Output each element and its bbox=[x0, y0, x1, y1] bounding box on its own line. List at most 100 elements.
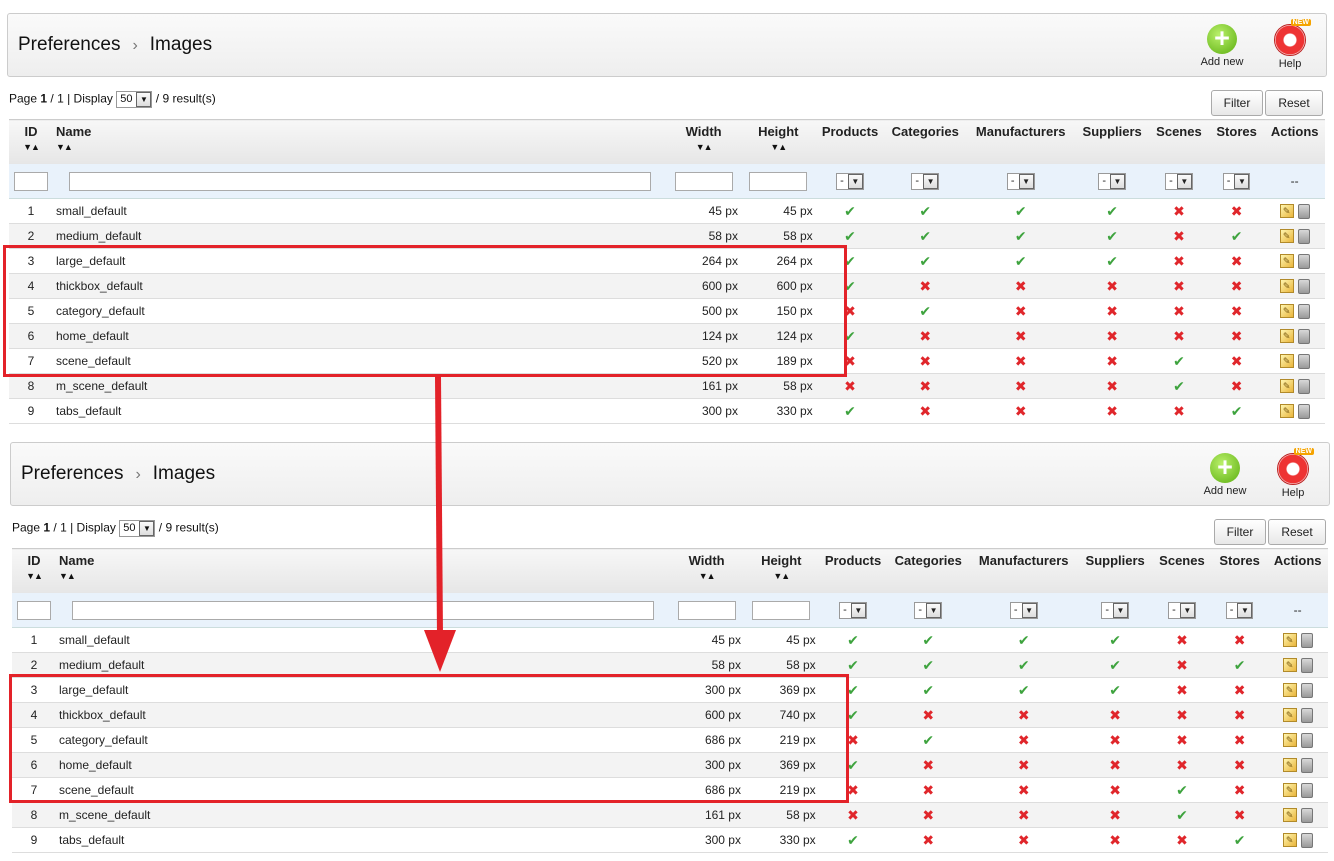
filter-select[interactable]: - ▼ bbox=[1009, 601, 1038, 619]
trash-icon[interactable] bbox=[1300, 732, 1313, 748]
cross-icon[interactable]: ✖ bbox=[1176, 682, 1188, 698]
cross-icon[interactable]: ✖ bbox=[1176, 757, 1188, 773]
trash-icon[interactable] bbox=[1297, 403, 1310, 419]
cross-icon[interactable]: ✖ bbox=[1015, 303, 1027, 319]
filter-select[interactable]: - ▼ bbox=[839, 601, 867, 619]
cross-icon[interactable]: ✖ bbox=[1109, 832, 1121, 848]
check-icon[interactable]: ✔ bbox=[1109, 657, 1121, 673]
sort-arrows-icon[interactable]: ▼▲ bbox=[15, 571, 53, 581]
trash-icon[interactable] bbox=[1300, 707, 1313, 723]
check-icon[interactable]: ✔ bbox=[1176, 807, 1188, 823]
edit-icon[interactable]: ✎ bbox=[1279, 254, 1294, 269]
per-page-select[interactable]: 50 ▼ bbox=[119, 520, 156, 537]
cross-icon[interactable]: ✖ bbox=[922, 707, 934, 723]
cross-icon[interactable]: ✖ bbox=[1231, 378, 1243, 394]
trash-icon[interactable] bbox=[1300, 757, 1313, 773]
cross-icon[interactable]: ✖ bbox=[1173, 303, 1185, 319]
cross-icon[interactable]: ✖ bbox=[1106, 303, 1118, 319]
cross-icon[interactable]: ✖ bbox=[1231, 278, 1243, 294]
cross-icon[interactable]: ✖ bbox=[919, 353, 931, 369]
cross-icon[interactable]: ✖ bbox=[1018, 782, 1030, 798]
filter-select[interactable]: - ▼ bbox=[1165, 172, 1193, 190]
edit-icon[interactable]: ✎ bbox=[1279, 404, 1294, 419]
filter-button[interactable]: Filter bbox=[1214, 519, 1266, 545]
cross-icon[interactable]: ✖ bbox=[1231, 303, 1243, 319]
check-icon[interactable]: ✔ bbox=[1018, 632, 1030, 648]
cross-icon[interactable]: ✖ bbox=[922, 757, 934, 773]
trash-icon[interactable] bbox=[1300, 832, 1313, 848]
edit-icon[interactable]: ✎ bbox=[1279, 229, 1294, 244]
cross-icon[interactable]: ✖ bbox=[1173, 403, 1185, 419]
cross-icon[interactable]: ✖ bbox=[922, 782, 934, 798]
cross-icon[interactable]: ✖ bbox=[919, 278, 931, 294]
check-icon[interactable]: ✔ bbox=[919, 253, 931, 269]
cross-icon[interactable]: ✖ bbox=[1106, 378, 1118, 394]
check-icon[interactable]: ✔ bbox=[1106, 228, 1118, 244]
cross-icon[interactable]: ✖ bbox=[847, 807, 859, 823]
cross-icon[interactable]: ✖ bbox=[1109, 707, 1121, 723]
check-icon[interactable]: ✔ bbox=[922, 682, 934, 698]
cross-icon[interactable]: ✖ bbox=[1231, 203, 1243, 219]
edit-icon[interactable]: ✎ bbox=[1279, 304, 1294, 319]
breadcrumb-preferences[interactable]: Preferences bbox=[21, 463, 123, 484]
table-row[interactable]: 9 tabs_default 300 px 330 px ✔ ✖ ✖ ✖ ✖ ✔ ✎ bbox=[12, 827, 1328, 853]
per-page-select[interactable]: 50 ▼ bbox=[116, 91, 153, 108]
filter-input[interactable] bbox=[674, 171, 733, 191]
cross-icon[interactable]: ✖ bbox=[1018, 832, 1030, 848]
trash-icon[interactable] bbox=[1300, 657, 1313, 673]
cross-icon[interactable]: ✖ bbox=[919, 378, 931, 394]
add-new-button[interactable]: + Add new bbox=[1197, 453, 1253, 498]
check-icon[interactable]: ✔ bbox=[1109, 632, 1121, 648]
cross-icon[interactable]: ✖ bbox=[1234, 707, 1246, 723]
trash-icon[interactable] bbox=[1297, 353, 1310, 369]
cross-icon[interactable]: ✖ bbox=[1234, 632, 1246, 648]
filter-input[interactable] bbox=[68, 171, 651, 191]
sort-arrows-icon[interactable]: ▼▲ bbox=[669, 142, 738, 152]
reset-button[interactable]: Reset bbox=[1265, 90, 1323, 116]
cross-icon[interactable]: ✖ bbox=[1234, 682, 1246, 698]
check-icon[interactable]: ✔ bbox=[1109, 682, 1121, 698]
check-icon[interactable]: ✔ bbox=[1018, 657, 1030, 673]
check-icon[interactable]: ✔ bbox=[1234, 832, 1246, 848]
check-icon[interactable]: ✔ bbox=[1015, 253, 1027, 269]
filter-select[interactable]: - ▼ bbox=[1006, 172, 1035, 190]
trash-icon[interactable] bbox=[1297, 253, 1310, 269]
filter-input[interactable] bbox=[71, 600, 654, 620]
filter-input[interactable] bbox=[752, 600, 811, 620]
reset-button[interactable]: Reset bbox=[1268, 519, 1326, 545]
sort-arrows-icon[interactable]: ▼▲ bbox=[56, 142, 663, 152]
filter-select[interactable]: - ▼ bbox=[836, 172, 864, 190]
cross-icon[interactable]: ✖ bbox=[1109, 757, 1121, 773]
cross-icon[interactable]: ✖ bbox=[919, 403, 931, 419]
breadcrumb-preferences[interactable]: Preferences bbox=[18, 34, 120, 55]
cross-icon[interactable]: ✖ bbox=[844, 378, 856, 394]
trash-icon[interactable] bbox=[1297, 278, 1310, 294]
check-icon[interactable]: ✔ bbox=[1015, 228, 1027, 244]
edit-icon[interactable]: ✎ bbox=[1282, 658, 1297, 673]
check-icon[interactable]: ✔ bbox=[919, 303, 931, 319]
check-icon[interactable]: ✔ bbox=[1173, 378, 1185, 394]
cross-icon[interactable]: ✖ bbox=[1109, 782, 1121, 798]
check-icon[interactable]: ✔ bbox=[1106, 253, 1118, 269]
cross-icon[interactable]: ✖ bbox=[1231, 253, 1243, 269]
edit-icon[interactable]: ✎ bbox=[1282, 733, 1297, 748]
trash-icon[interactable] bbox=[1300, 782, 1313, 798]
sort-arrows-icon[interactable]: ▼▲ bbox=[744, 142, 813, 152]
filter-select[interactable]: - ▼ bbox=[1101, 601, 1129, 619]
check-icon[interactable]: ✔ bbox=[847, 657, 859, 673]
cross-icon[interactable]: ✖ bbox=[1015, 378, 1027, 394]
edit-icon[interactable]: ✎ bbox=[1279, 354, 1294, 369]
trash-icon[interactable] bbox=[1300, 632, 1313, 648]
check-icon[interactable]: ✔ bbox=[1231, 403, 1243, 419]
cross-icon[interactable]: ✖ bbox=[1231, 328, 1243, 344]
cross-icon[interactable]: ✖ bbox=[1234, 757, 1246, 773]
cross-icon[interactable]: ✖ bbox=[1173, 228, 1185, 244]
cross-icon[interactable]: ✖ bbox=[1018, 807, 1030, 823]
cross-icon[interactable]: ✖ bbox=[1173, 253, 1185, 269]
check-icon[interactable]: ✔ bbox=[1106, 203, 1118, 219]
check-icon[interactable]: ✔ bbox=[1015, 203, 1027, 219]
cross-icon[interactable]: ✖ bbox=[1176, 707, 1188, 723]
cross-icon[interactable]: ✖ bbox=[919, 328, 931, 344]
cross-icon[interactable]: ✖ bbox=[1173, 328, 1185, 344]
check-icon[interactable]: ✔ bbox=[847, 832, 859, 848]
